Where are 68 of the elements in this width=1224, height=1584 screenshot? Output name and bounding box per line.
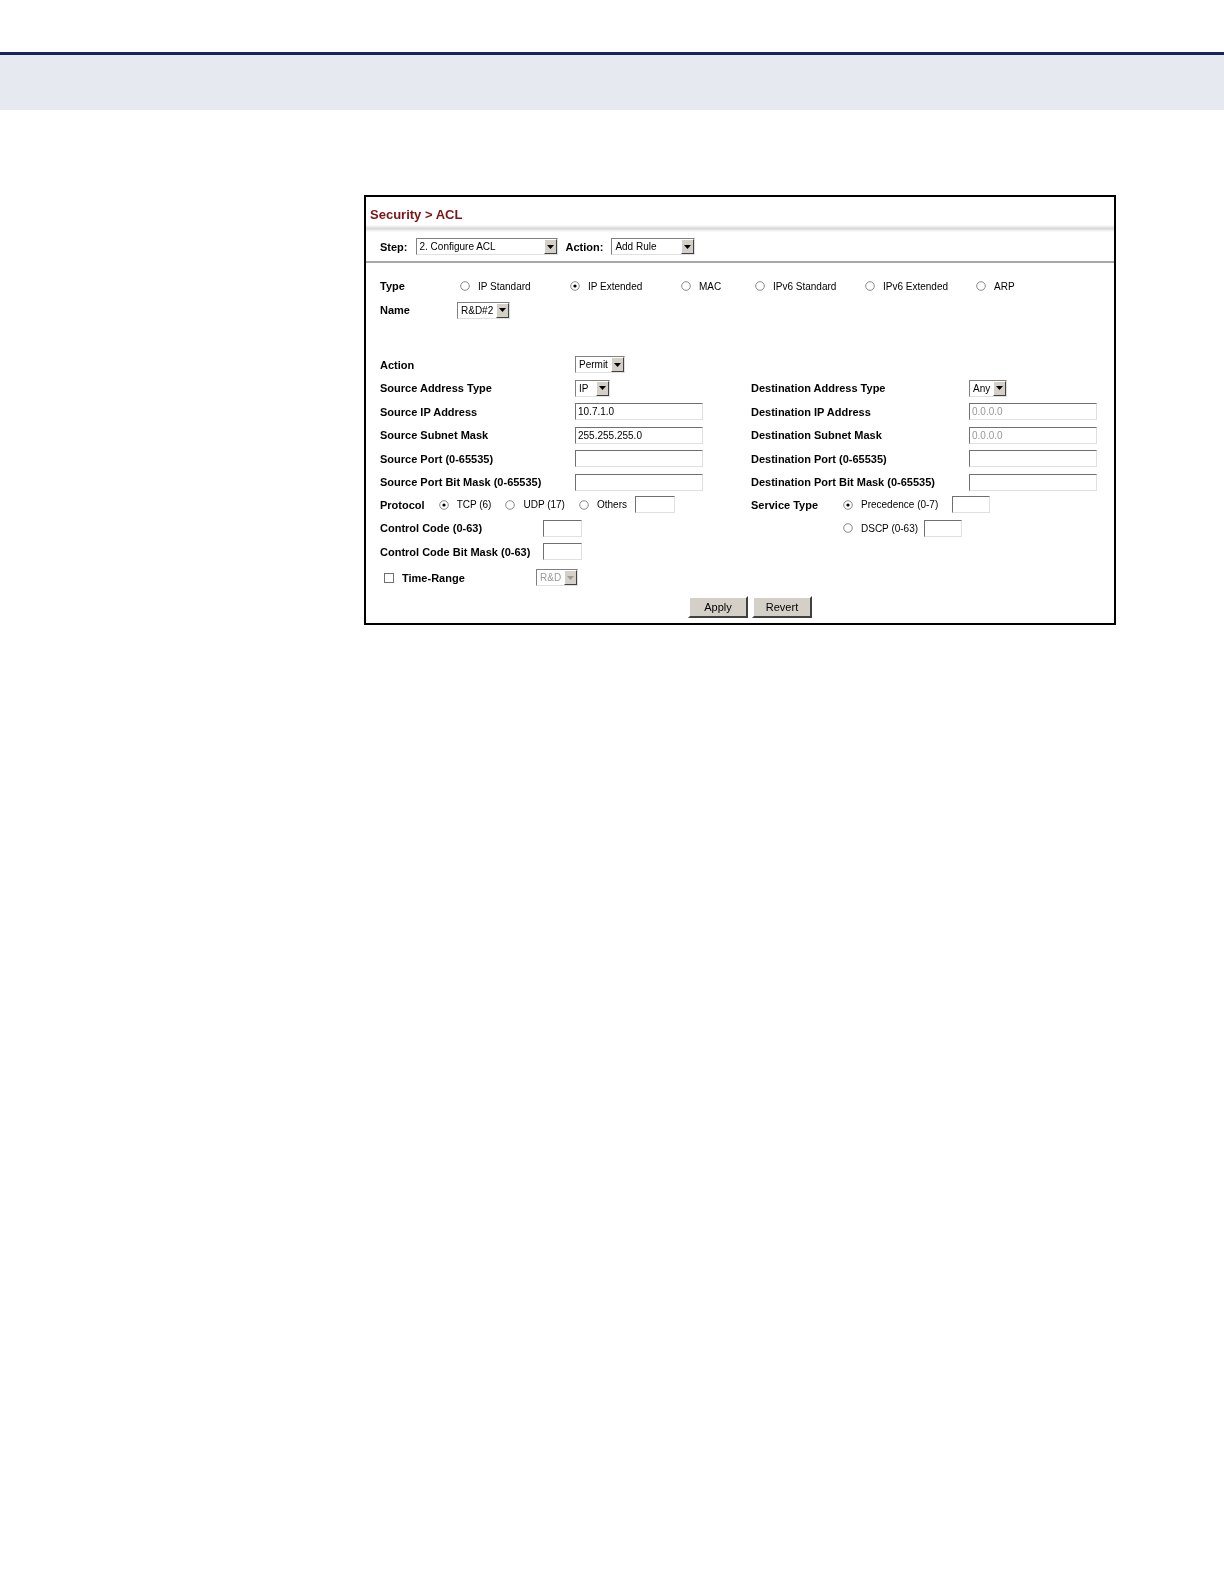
field-label: Name (380, 304, 411, 316)
radio-option[interactable]: Precedence (0-7) (843, 499, 939, 511)
radio-option[interactable]: IPv6 Standard (755, 280, 865, 292)
dropdown[interactable]: Add Rule (611, 238, 696, 255)
field-label: Source Port Bit Mask (0-65535) (380, 476, 542, 489)
field-label: Action: (565, 240, 604, 253)
input-field[interactable]: 255.255.255.0 (575, 426, 703, 444)
page-title: Security > ACL (369, 206, 464, 224)
form-button[interactable]: Revert (752, 596, 812, 618)
radio-option[interactable]: MAC (681, 280, 755, 292)
input-field[interactable] (924, 519, 963, 537)
caret-icon (684, 244, 692, 249)
dropdown[interactable]: IP (575, 379, 610, 397)
radio-option[interactable]: UDP (17) (505, 499, 565, 511)
caret-icon (546, 244, 554, 249)
dropdown[interactable]: Any (969, 379, 1008, 397)
input-field[interactable] (543, 543, 582, 561)
field-label: Control Code (0-63) (380, 522, 484, 535)
input-field[interactable] (952, 496, 991, 514)
radio-icon[interactable] (578, 499, 589, 510)
radio-option[interactable]: IP Standard (460, 280, 570, 292)
caret-icon (613, 362, 621, 367)
radio-icon[interactable] (755, 281, 765, 291)
radio-icon[interactable] (843, 523, 853, 534)
field-label: Action (380, 358, 415, 371)
radio-option[interactable]: ARP (976, 280, 1015, 292)
input-field[interactable] (575, 473, 703, 491)
field-label: Source IP Address (380, 405, 478, 418)
radio-icon[interactable] (681, 281, 691, 291)
radio-icon[interactable] (460, 281, 470, 291)
form-button[interactable]: Apply (688, 596, 748, 618)
field-label: Source Subnet Mask (380, 429, 489, 442)
radio-icon[interactable] (976, 281, 986, 291)
field-label: Control Code Bit Mask (0-63) (380, 545, 532, 558)
caret-icon (996, 386, 1004, 391)
caret-icon (567, 575, 575, 580)
radio-option[interactable]: DSCP (0-63) (843, 522, 919, 534)
caret-icon (599, 386, 606, 391)
radio-option[interactable]: IPv6 Extended (865, 280, 976, 292)
field-label: Protocol (380, 498, 425, 511)
field-label: Type (380, 280, 406, 292)
dropdown[interactable]: R&D#2 (457, 301, 511, 319)
dropdown[interactable]: 2. Configure ACL (415, 238, 558, 255)
input-field[interactable] (969, 473, 1097, 491)
input-field[interactable] (634, 496, 675, 514)
radio-option[interactable]: TCP (6) (438, 499, 492, 511)
radio-icon[interactable] (865, 281, 875, 291)
radio-icon[interactable] (438, 499, 449, 510)
radio-icon[interactable] (505, 499, 516, 510)
dropdown[interactable]: Permit (575, 356, 625, 374)
field-label: Service Type (751, 498, 820, 511)
radio-option[interactable]: Others (578, 499, 627, 511)
field-label: Destination Subnet Mask (751, 429, 882, 442)
field-label: Destination Port (0-65535) (751, 452, 887, 465)
input-field[interactable] (969, 450, 1097, 468)
radio-icon[interactable] (570, 281, 580, 291)
field-label: Destination IP Address (751, 405, 871, 418)
field-label: Step: (380, 240, 408, 253)
field-label: Source Address Type (380, 382, 492, 395)
input-field[interactable] (543, 519, 582, 537)
input-field[interactable] (575, 450, 703, 468)
radio-icon[interactable] (843, 499, 853, 510)
field-label: Destination Address Type (751, 382, 886, 395)
radio-option[interactable]: IP Extended (570, 280, 681, 292)
caret-icon (499, 308, 507, 312)
input-field[interactable]: 10.7.1.0 (575, 403, 703, 421)
field-label: Destination Port Bit Mask (0-65535) (751, 476, 935, 489)
field-label: Source Port (0-65535) (380, 452, 494, 465)
